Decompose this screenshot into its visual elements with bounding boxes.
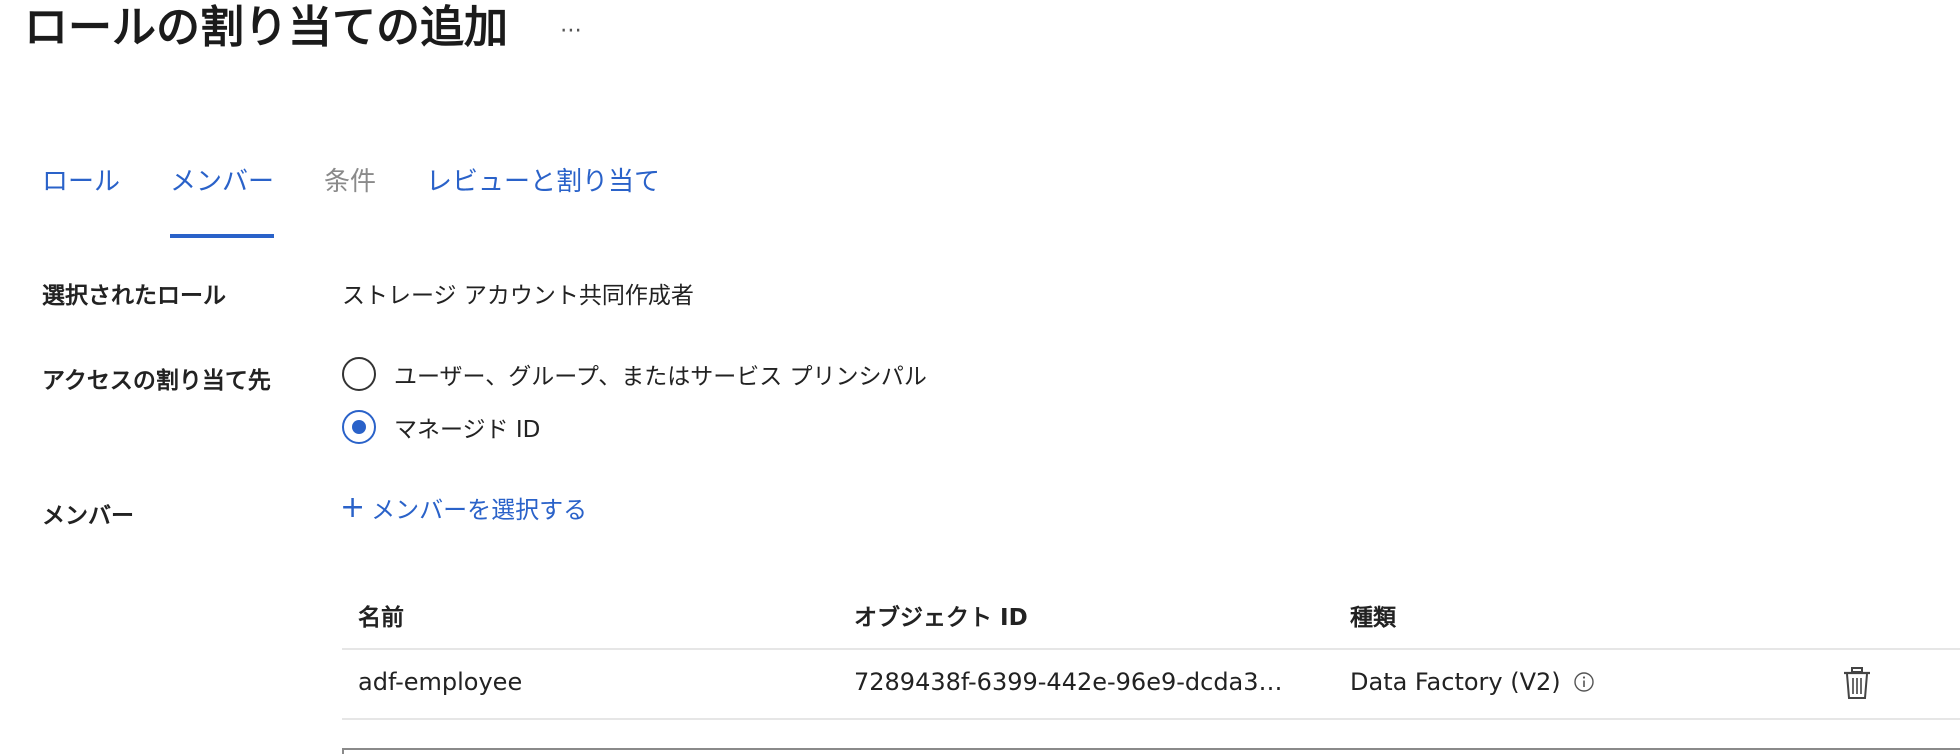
column-header-type: 種類 xyxy=(1350,605,1396,631)
tab-role[interactable]: ロール xyxy=(42,160,120,220)
member-type-cell: Data Factory (V2) xyxy=(1350,668,1595,696)
tab-members[interactable]: メンバー xyxy=(170,160,275,238)
radio-label: ユーザー、グループ、またはサービス プリンシパル xyxy=(394,364,927,390)
wizard-tabs: ロール メンバー 条件 レビューと割り当て xyxy=(42,160,710,238)
radio-button-selected[interactable] xyxy=(342,410,376,444)
member-name: adf-employee xyxy=(358,668,523,696)
radio-option-managed-id[interactable]: マネージド ID xyxy=(342,410,540,444)
table-header: 名前 オブジェクト ID 種類 xyxy=(342,580,1960,650)
select-members-link[interactable]: + メンバーを選択する xyxy=(340,490,587,525)
members-table: 名前 オブジェクト ID 種類 adf-employee 7289438f-63… xyxy=(342,580,1960,720)
table-row: adf-employee 7289438f-6399-442e-96e9-dcd… xyxy=(342,650,1960,720)
title-row: ロールの割り当ての追加 ⋯ xyxy=(24,0,584,56)
members-label: メンバー xyxy=(42,503,134,529)
selected-role-label: 選択されたロール xyxy=(42,283,226,309)
page-title: ロールの割り当ての追加 xyxy=(24,2,508,53)
select-members-label: メンバーを選択する xyxy=(371,496,588,524)
plus-icon: + xyxy=(340,489,366,525)
radio-option-user-group-sp[interactable]: ユーザー、グループ、またはサービス プリンシパル xyxy=(342,357,927,391)
more-options-button[interactable]: ⋯ xyxy=(560,10,584,46)
info-icon[interactable] xyxy=(1573,671,1595,693)
column-header-name: 名前 xyxy=(358,605,404,631)
radio-button[interactable] xyxy=(342,357,376,391)
tab-review-assign[interactable]: レビューと割り当て xyxy=(426,160,660,220)
member-type: Data Factory (V2) xyxy=(1350,668,1561,696)
next-section-edge xyxy=(342,748,1960,754)
tab-conditions: 条件 xyxy=(324,167,377,197)
column-header-object-id: オブジェクト ID xyxy=(854,605,1028,631)
trash-icon[interactable] xyxy=(1842,666,1872,700)
member-object-id: 7289438f-6399-442e-96e9-dcda3… xyxy=(854,668,1283,696)
radio-label: マネージド ID xyxy=(394,417,541,443)
selected-role-value: ストレージ アカウント共同作成者 xyxy=(342,283,694,309)
assign-access-label: アクセスの割り当て先 xyxy=(42,368,271,394)
